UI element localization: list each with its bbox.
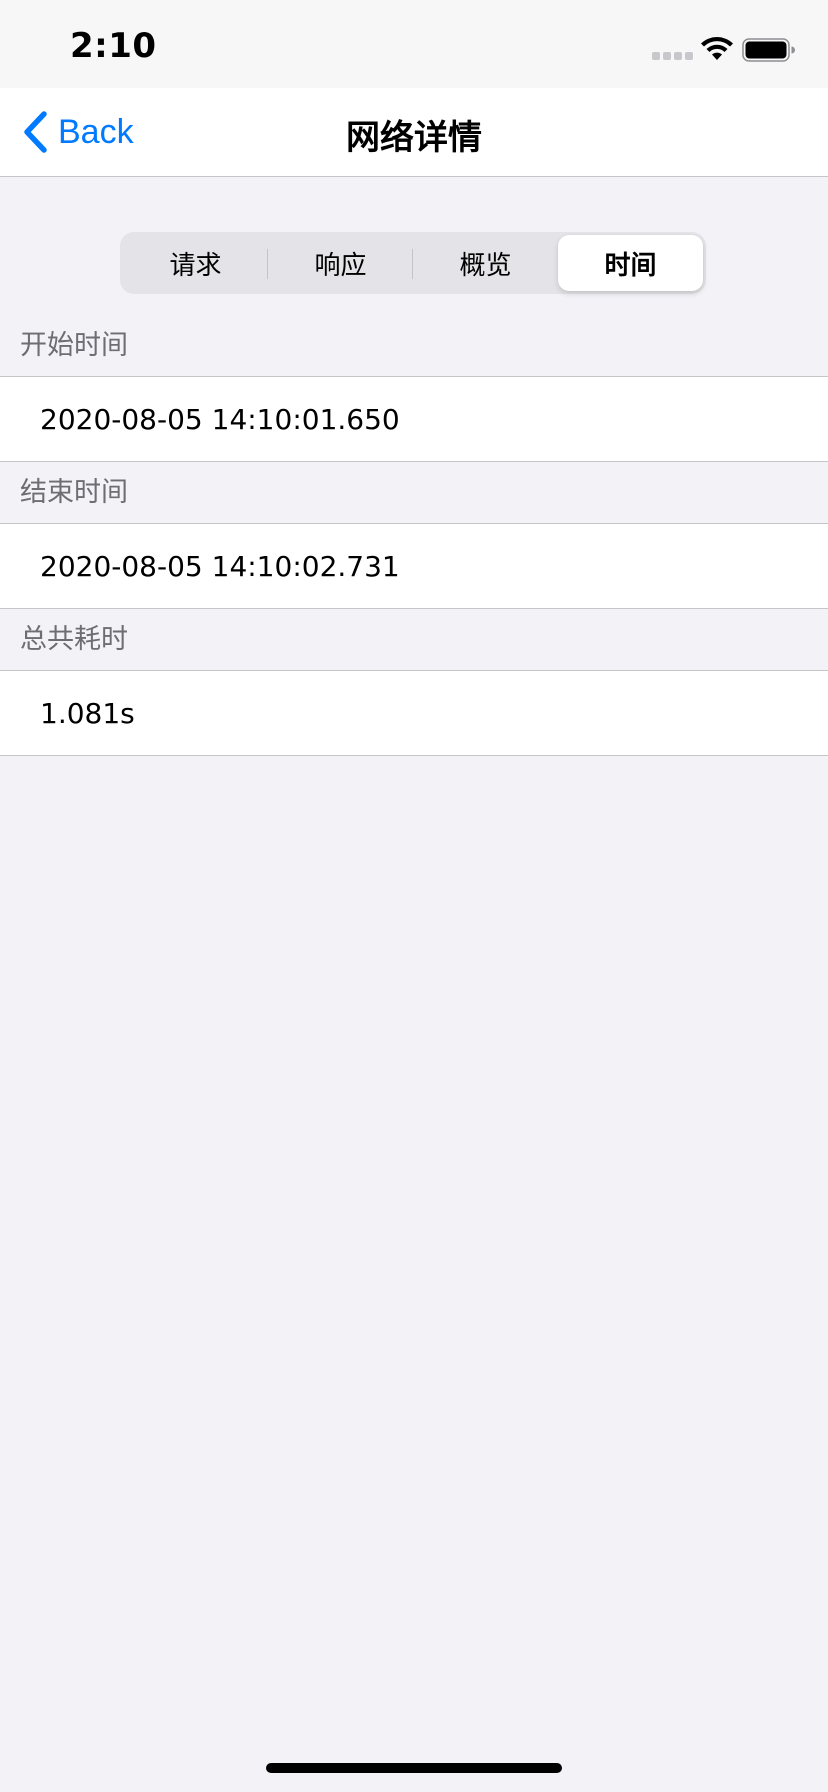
section-header-end-time: 结束时间 (20, 477, 128, 508)
home-indicator[interactable] (266, 1763, 562, 1773)
battery-icon (742, 38, 795, 62)
segment-time[interactable]: 时间 (558, 235, 703, 291)
cellular-signal-icon (652, 52, 693, 60)
section-total-duration: 总共耗时 1.081s (0, 610, 828, 756)
back-button[interactable]: Back (22, 108, 134, 156)
section-start-time: 开始时间 2020-08-05 14:10:01.650 (0, 316, 828, 462)
status-time: 2:10 (70, 26, 157, 66)
segmented-control: 请求 响应 概览 时间 (120, 232, 706, 294)
section-header-start-time: 开始时间 (20, 330, 128, 361)
segment-overview[interactable]: 概览 (413, 235, 558, 291)
chevron-left-icon (24, 111, 47, 153)
back-button-label: Back (58, 112, 134, 151)
section-header-total-duration: 总共耗时 (20, 624, 128, 655)
section-end-time: 结束时间 2020-08-05 14:10:02.731 (0, 463, 828, 609)
navigation-bar: 网络详情 Back (0, 88, 828, 177)
wifi-icon (701, 37, 733, 60)
end-time-value: 2020-08-05 14:10:02.731 (0, 523, 828, 609)
segment-response[interactable]: 响应 (268, 235, 413, 291)
start-time-value: 2020-08-05 14:10:01.650 (0, 376, 828, 462)
status-bar: 2:10 (0, 0, 828, 88)
total-duration-value: 1.081s (0, 670, 828, 756)
segment-request[interactable]: 请求 (123, 235, 268, 291)
